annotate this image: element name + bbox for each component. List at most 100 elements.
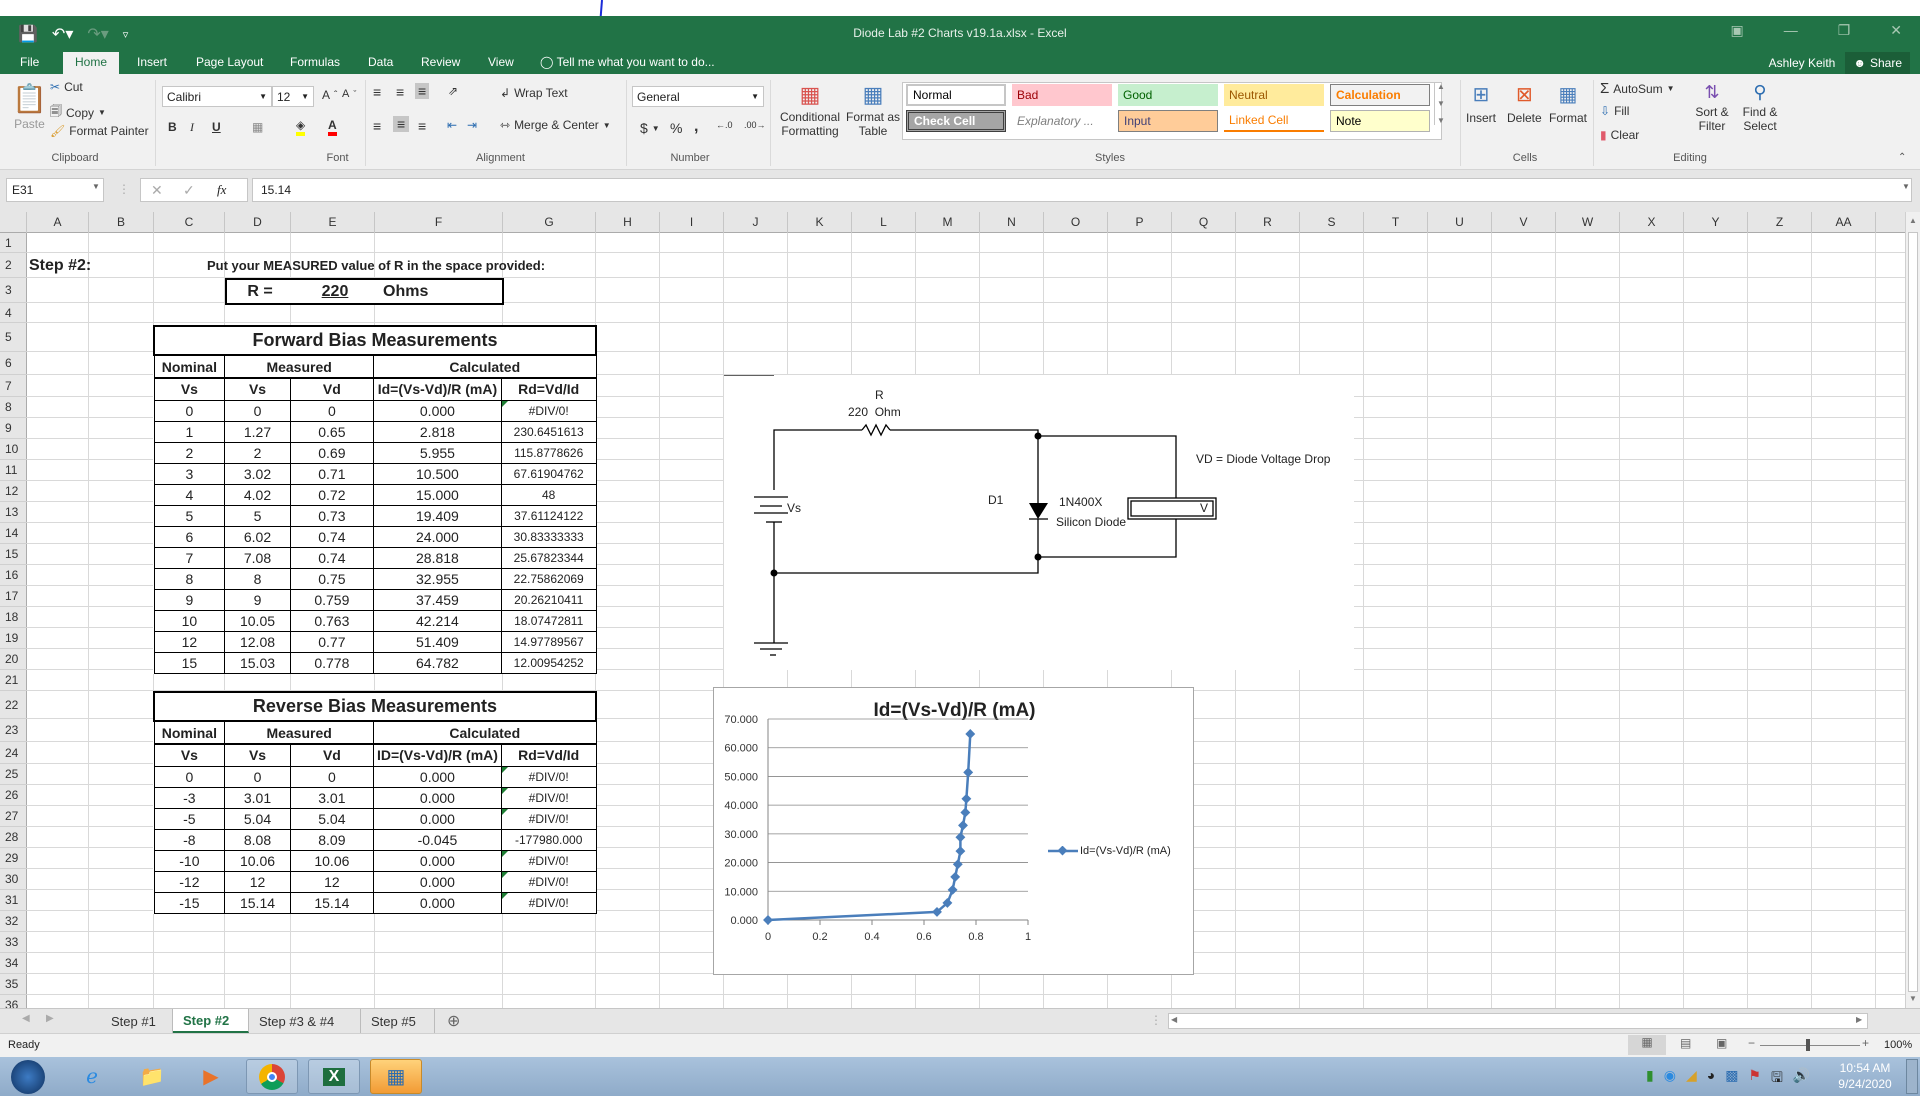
restore-icon[interactable]: ❐ (1838, 22, 1851, 39)
decrease-decimal-button[interactable]: .00→ (744, 120, 766, 130)
percent-button[interactable]: % (670, 120, 682, 136)
media-player-icon[interactable]: ▶ (185, 1059, 237, 1094)
number-format-select[interactable]: General ▼ (632, 86, 764, 107)
decrease-indent-button[interactable]: ⇤ (447, 118, 457, 132)
row-header-13[interactable]: 13 (0, 502, 27, 523)
tab-review[interactable]: Review (421, 55, 460, 69)
column-header-c[interactable]: C (154, 212, 225, 233)
table-cell[interactable]: 7.08 (224, 546, 291, 569)
table-cell[interactable]: 37.61124122 (500, 504, 597, 527)
scroll-thumb[interactable] (1908, 232, 1918, 992)
column-header-h[interactable]: H (596, 212, 660, 233)
italic-button[interactable]: I (190, 120, 194, 135)
zoom-slider-thumb[interactable] (1806, 1039, 1810, 1051)
row-header-34[interactable]: 34 (0, 953, 27, 974)
column-header-n[interactable]: N (980, 212, 1044, 233)
row-header-30[interactable]: 30 (0, 869, 27, 890)
style-calculation[interactable]: Calculation (1330, 84, 1430, 106)
row-header-4[interactable]: 4 (0, 303, 27, 323)
start-button[interactable] (2, 1059, 54, 1094)
row-header-26[interactable]: 26 (0, 785, 27, 806)
table-cell[interactable]: -177980.000 (500, 828, 597, 851)
row-header-15[interactable]: 15 (0, 544, 27, 565)
font-size-select[interactable]: 12 ▼ (272, 86, 314, 107)
tab-formulas[interactable]: Formulas (290, 55, 340, 69)
tab-home[interactable]: Home (63, 52, 120, 74)
h-scroll-thumb[interactable] (1181, 1014, 1821, 1028)
scroll-left-icon[interactable]: ◀ (1171, 1015, 1177, 1024)
table-cell[interactable]: #DIV/0! (500, 765, 597, 788)
row-header-31[interactable]: 31 (0, 890, 27, 911)
tab-insert[interactable]: Insert (137, 55, 167, 69)
table-cell[interactable]: #DIV/0! (500, 807, 597, 830)
gallery-scroll[interactable]: ▲ ▼ ▼ (1434, 82, 1445, 125)
table-cell[interactable]: 0.000 (373, 807, 502, 830)
table-cell[interactable]: 3.01 (224, 786, 291, 809)
table-cell[interactable]: -5 (153, 807, 226, 830)
table-cell[interactable]: 0.72 (289, 483, 374, 506)
align-right-button[interactable]: ≡ (418, 118, 426, 134)
network-icon[interactable]: 🖫 (1771, 1067, 1783, 1091)
find-select-button[interactable]: ⚲ Find & Select (1738, 82, 1782, 133)
table-cell[interactable]: -10 (153, 849, 226, 872)
table-cell[interactable]: 7 (153, 546, 226, 569)
table-cell[interactable]: 12 (289, 870, 375, 893)
table-cell[interactable]: 12.00954252 (500, 651, 597, 674)
table-cell[interactable]: 5.04 (289, 807, 375, 830)
table-cell[interactable]: #DIV/0! (500, 870, 597, 893)
tab-file[interactable]: File (20, 55, 39, 69)
horizontal-scrollbar[interactable]: ◀ ▶ (1168, 1013, 1868, 1029)
scroll-up-icon[interactable]: ▲ (1909, 216, 1917, 225)
table-cell[interactable]: 9 (224, 588, 291, 611)
row-header-29[interactable]: 29 (0, 848, 27, 869)
column-header-p[interactable]: P (1108, 212, 1172, 233)
table-cell[interactable]: 32.955 (372, 567, 502, 590)
table-cell[interactable]: #DIV/0! (500, 786, 597, 809)
table-cell[interactable]: 37.459 (372, 588, 502, 611)
tab-data[interactable]: Data (368, 55, 393, 69)
table-cell[interactable]: 230.6451613 (500, 420, 597, 443)
table-cell[interactable]: 12.08 (224, 630, 291, 653)
chrome-icon[interactable] (246, 1059, 298, 1094)
table-cell[interactable]: 24.000 (372, 525, 502, 548)
column-header-m[interactable]: M (916, 212, 980, 233)
column-header-q[interactable]: Q (1172, 212, 1236, 233)
table-cell[interactable]: 0.000 (373, 870, 502, 893)
style-input[interactable]: Input (1118, 110, 1218, 132)
enter-icon[interactable]: ✓ (183, 182, 195, 199)
insert-function-icon[interactable]: fx (217, 182, 226, 198)
table-cell[interactable]: 15.000 (372, 483, 502, 506)
row-header-2[interactable]: 2 (0, 253, 27, 278)
table-cell[interactable]: 15.14 (289, 891, 375, 914)
table-cell[interactable]: 14.97789567 (500, 630, 597, 653)
scroll-down-icon[interactable]: ▼ (1909, 994, 1917, 1003)
prev-sheet-icon[interactable]: ◀ (22, 1013, 30, 1024)
table-cell[interactable]: 0.763 (289, 609, 374, 632)
chart[interactable]: Id=(Vs-Vd)/R (mA) 0.000 10.000 20.000 30.00… (713, 687, 1194, 975)
table-cell[interactable]: 5.955 (372, 441, 502, 464)
error-indicator-icon[interactable] (501, 871, 508, 878)
row-header-10[interactable]: 10 (0, 439, 27, 460)
error-indicator-icon[interactable] (501, 808, 508, 815)
table-cell[interactable]: 0.71 (289, 462, 374, 485)
table-cell[interactable]: 6.02 (224, 525, 291, 548)
table-cell[interactable]: 0.000 (373, 891, 502, 914)
table-cell[interactable]: 115.8778626 (500, 441, 597, 464)
row-header-20[interactable]: 20 (0, 649, 27, 670)
style-linked-cell[interactable]: Linked Cell (1224, 110, 1324, 132)
column-header-r[interactable]: R (1236, 212, 1300, 233)
normal-view-icon[interactable]: ▦ (1628, 1035, 1666, 1055)
error-indicator-icon[interactable] (501, 892, 508, 899)
zoom-level[interactable]: 100% (1884, 1039, 1912, 1051)
table-cell[interactable]: 0.000 (372, 399, 502, 422)
row-header-9[interactable]: 9 (0, 418, 27, 439)
row-header-33[interactable]: 33 (0, 932, 27, 953)
file-explorer-icon[interactable]: 📁 (126, 1059, 178, 1094)
font-name-select[interactable]: Calibri ▼ (162, 86, 272, 107)
autosum-button[interactable]: Σ AutoSum ▼ (1600, 80, 1675, 97)
table-cell[interactable]: 0.74 (289, 525, 374, 548)
table-cell[interactable]: 9 (153, 588, 226, 611)
battery-icon[interactable]: ▮ (1646, 1067, 1654, 1091)
increase-decimal-button[interactable]: ←.0 (716, 120, 733, 130)
copy-button[interactable]: 🗐 Copy ▼ (50, 102, 106, 123)
